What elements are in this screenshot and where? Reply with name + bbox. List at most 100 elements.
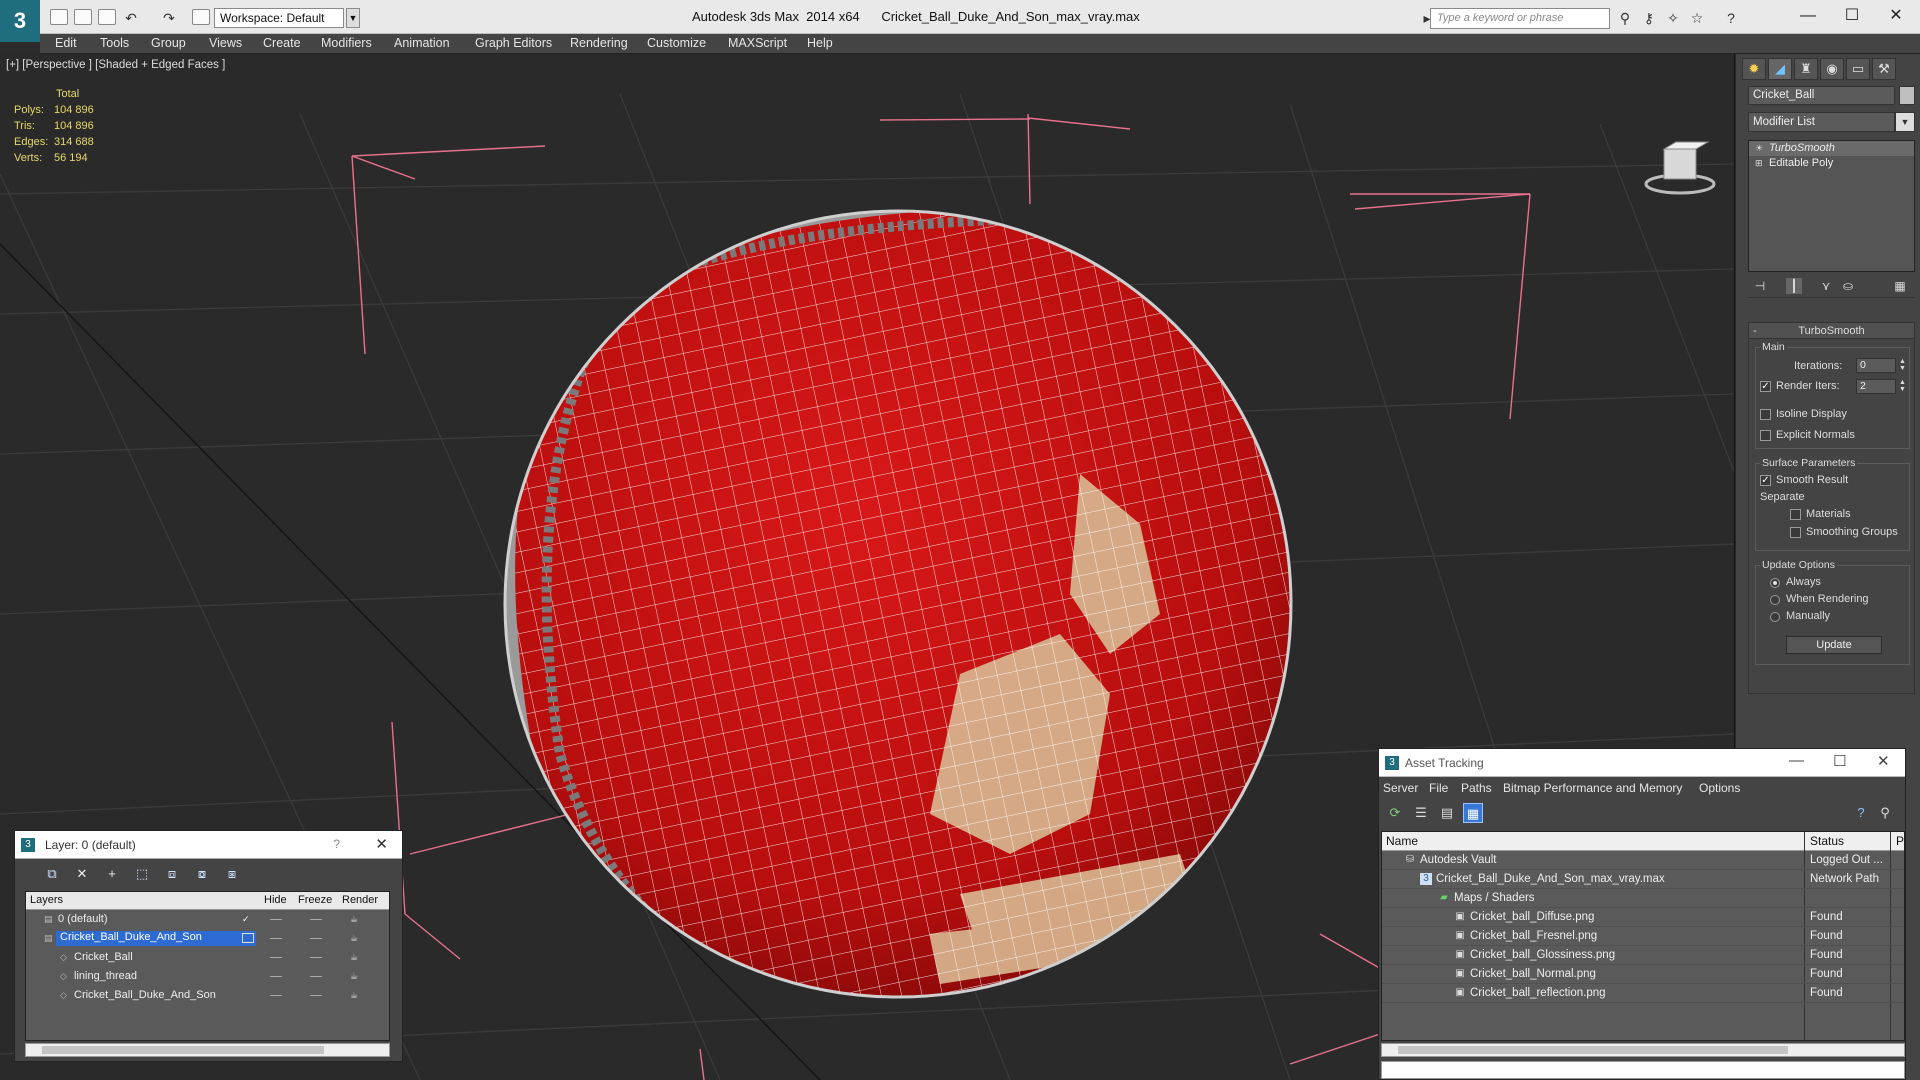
col-hide[interactable]: Hide xyxy=(264,894,287,906)
binoculars-icon[interactable]: ⚲ xyxy=(1616,9,1634,27)
isoline-display-checkbox[interactable] xyxy=(1760,409,1771,420)
asset-name[interactable]: Cricket_ball_Normal.png xyxy=(1470,968,1596,980)
app-logo-icon[interactable]: 3 xyxy=(0,0,40,42)
menu-group[interactable]: Group xyxy=(151,36,186,50)
menu-tools[interactable]: Tools xyxy=(100,36,129,50)
menu-help[interactable]: Help xyxy=(807,36,833,50)
refresh-icon[interactable]: ⟳ xyxy=(1385,803,1405,823)
layer-name[interactable]: 0 (default) xyxy=(58,913,108,925)
layer-name[interactable]: Cricket_Ball xyxy=(74,951,133,963)
asset-row[interactable]: ▣ Cricket_ball_Fresnel.png Found xyxy=(1382,927,1904,946)
col-name[interactable]: Name xyxy=(1386,834,1418,848)
hide-toggle[interactable] xyxy=(270,976,282,977)
layer-row[interactable]: ▤ Cricket_Ball_Duke_And_Son ☕ xyxy=(26,929,389,948)
asset-row[interactable]: ▣ Cricket_ball_Glossiness.png Found xyxy=(1382,946,1904,965)
menu-graph-editors[interactable]: Graph Editors xyxy=(475,36,552,50)
layer-row[interactable]: ◇ Cricket_Ball ☕ xyxy=(26,948,389,967)
asset-row[interactable]: ⛁ Autodesk Vault Logged Out ... xyxy=(1382,851,1904,870)
freeze-toggle[interactable] xyxy=(310,938,322,939)
render-teapot-icon[interactable]: ☕ xyxy=(350,914,362,924)
current-layer-check-icon[interactable]: ✓ xyxy=(242,914,254,924)
utilities-tab-icon[interactable]: ⚒ xyxy=(1872,58,1896,80)
object-color-swatch[interactable] xyxy=(1899,86,1915,105)
scrollbar-thumb[interactable] xyxy=(1398,1046,1788,1054)
horizontal-scrollbar[interactable] xyxy=(25,1043,390,1057)
workspace-dropdown-arrow-icon[interactable]: ▼ xyxy=(346,8,360,28)
asset-row[interactable]: ▣ Cricket_ball_reflection.png Found xyxy=(1382,984,1904,1003)
show-end-result-icon[interactable]: ┃ xyxy=(1786,278,1802,294)
expand-plus-icon[interactable]: ⊞ xyxy=(1755,158,1764,168)
materials-checkbox[interactable] xyxy=(1790,509,1801,520)
col-render[interactable]: Render xyxy=(342,894,378,906)
always-radio[interactable] xyxy=(1770,578,1780,588)
rollout-header[interactable]: - TurboSmooth xyxy=(1749,323,1914,339)
menu-options[interactable]: Options xyxy=(1699,781,1740,795)
set-current-layer-icon[interactable] xyxy=(242,933,254,943)
menu-bitmap-performance[interactable]: Bitmap Performance and Memory xyxy=(1503,781,1682,795)
smoothing-groups-checkbox[interactable] xyxy=(1790,527,1801,538)
select-objects-icon[interactable]: ⬚ xyxy=(133,865,151,883)
layer-row[interactable]: ◇ Cricket_Ball_Duke_And_Son ☕ xyxy=(26,986,389,1005)
render-teapot-icon[interactable]: ☕ xyxy=(350,933,362,943)
create-tab-icon[interactable]: ✹ xyxy=(1742,58,1766,80)
hide-all-icon[interactable]: ⧇ xyxy=(193,865,211,883)
pin-icon[interactable]: ⚲ xyxy=(1875,803,1895,823)
hide-toggle[interactable] xyxy=(270,957,282,958)
smooth-result-checkbox[interactable]: ✓ xyxy=(1760,475,1771,486)
minimize-icon[interactable]: — xyxy=(1789,752,1804,769)
hide-toggle[interactable] xyxy=(270,919,282,920)
col-extra[interactable]: P xyxy=(1896,834,1904,848)
stack-item-turbosmooth[interactable]: ☀ TurboSmooth xyxy=(1749,141,1914,156)
freeze-toggle[interactable] xyxy=(310,957,322,958)
asset-name[interactable]: Cricket_ball_Diffuse.png xyxy=(1470,911,1594,923)
open-file-icon[interactable] xyxy=(74,9,92,25)
add-to-layer-icon[interactable]: + xyxy=(103,865,121,883)
hide-toggle[interactable] xyxy=(270,938,282,939)
menu-rendering[interactable]: Rendering xyxy=(570,36,628,50)
make-unique-icon[interactable]: ⋎ xyxy=(1818,278,1834,294)
communication-center-icon[interactable]: ⚷ xyxy=(1640,9,1658,27)
hierarchy-tab-icon[interactable]: ♜ xyxy=(1794,58,1818,80)
modifier-list-select[interactable]: Modifier List xyxy=(1748,112,1895,132)
object-name-field[interactable]: Cricket_Ball xyxy=(1748,86,1895,105)
freeze-toggle[interactable] xyxy=(310,919,322,920)
freeze-toggle[interactable] xyxy=(310,976,322,977)
menu-views[interactable]: Views xyxy=(209,36,242,50)
close-icon[interactable]: ✕ xyxy=(375,835,388,853)
new-file-icon[interactable] xyxy=(50,9,68,25)
layer-name[interactable]: lining_thread xyxy=(74,970,137,982)
stack-item-editable-poly[interactable]: ⊞ Editable Poly xyxy=(1749,156,1914,171)
hide-toggle[interactable] xyxy=(270,995,282,996)
redo-icon[interactable]: ↷ xyxy=(160,9,178,27)
motion-tab-icon[interactable]: ◉ xyxy=(1820,58,1844,80)
menu-maxscript[interactable]: MAXScript xyxy=(728,36,787,50)
subscription-icon[interactable]: ✧ xyxy=(1664,9,1682,27)
asset-name[interactable]: Maps / Shaders xyxy=(1454,892,1535,904)
delete-layer-icon[interactable]: ✕ xyxy=(73,865,91,883)
horizontal-scrollbar[interactable] xyxy=(1381,1043,1905,1057)
new-layer-icon[interactable]: ⧉ xyxy=(43,865,61,883)
manually-radio[interactable] xyxy=(1770,612,1780,622)
menu-paths[interactable]: Paths xyxy=(1461,781,1492,795)
configure-modifier-sets-icon[interactable]: ▦ xyxy=(1892,278,1908,294)
asset-name[interactable]: Cricket_ball_Glossiness.png xyxy=(1470,949,1615,961)
close-icon[interactable]: ✕ xyxy=(1876,4,1916,28)
render-teapot-icon[interactable]: ☕ xyxy=(350,971,362,981)
minimize-icon[interactable]: — xyxy=(1788,4,1828,28)
save-file-icon[interactable] xyxy=(98,9,116,25)
maximize-icon[interactable]: ☐ xyxy=(1832,4,1872,28)
freeze-all-icon[interactable]: ⧆ xyxy=(223,865,241,883)
pin-stack-icon[interactable]: ⊣ xyxy=(1752,278,1768,294)
menu-create[interactable]: Create xyxy=(263,36,301,50)
layer-name[interactable]: Cricket_Ball_Duke_And_Son xyxy=(74,989,216,1001)
viewport-label[interactable]: [+] [Perspective ] [Shaded + Edged Faces… xyxy=(6,59,225,71)
table-view-icon[interactable]: ▦ xyxy=(1463,803,1483,823)
lightbulb-icon[interactable]: ☀ xyxy=(1755,143,1764,153)
menu-modifiers[interactable]: Modifiers xyxy=(321,36,372,50)
render-iters-spinner[interactable]: 2 xyxy=(1856,379,1896,394)
render-teapot-icon[interactable]: ☕ xyxy=(350,990,362,1000)
menu-file[interactable]: File xyxy=(1429,781,1448,795)
remove-modifier-icon[interactable]: ⛀ xyxy=(1840,278,1856,294)
explicit-normals-checkbox[interactable] xyxy=(1760,430,1771,441)
render-iters-checkbox[interactable]: ✓ xyxy=(1760,381,1771,392)
